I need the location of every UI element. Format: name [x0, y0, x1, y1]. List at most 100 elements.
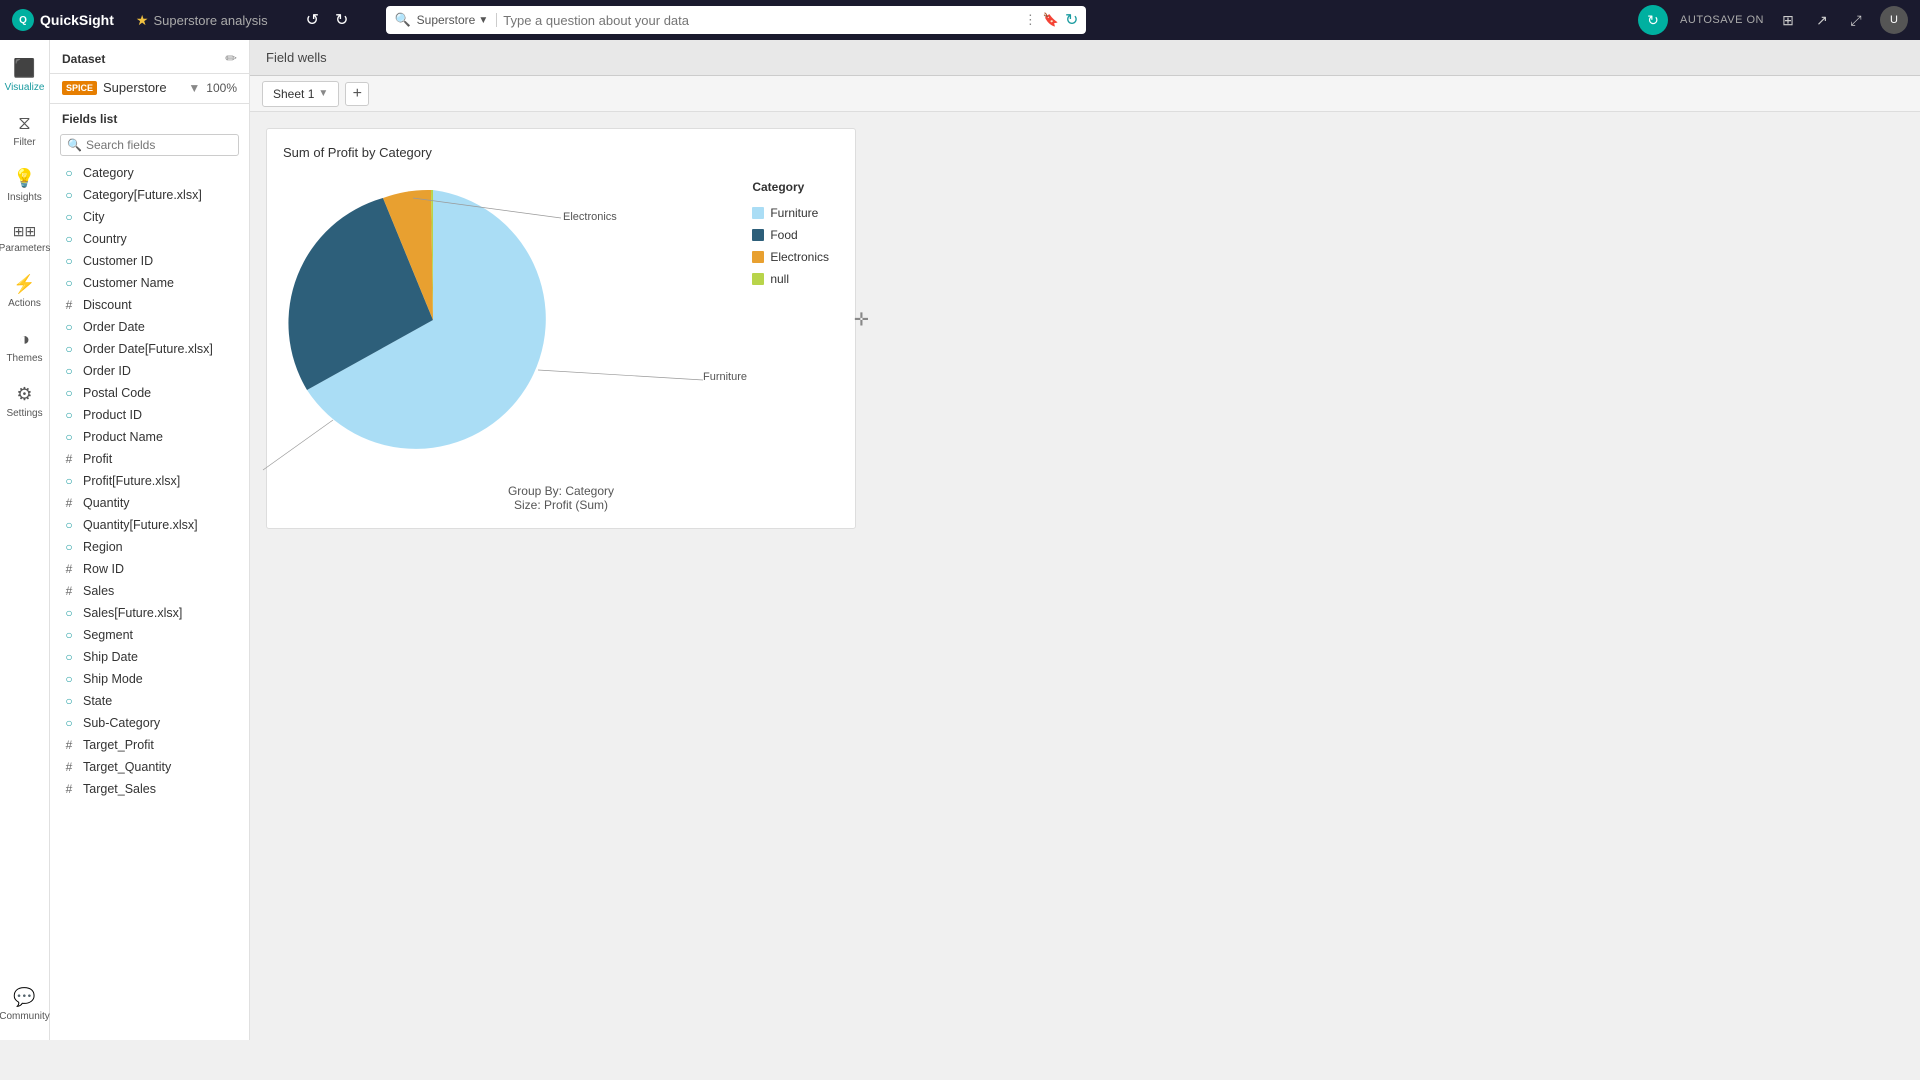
search-datasource[interactable]: Superstore ▼ [417, 13, 498, 27]
field-type-icon: ○ [62, 606, 76, 620]
undo-button[interactable]: ↺ [300, 8, 325, 32]
nav-actions[interactable]: ⚡ Actions [3, 266, 47, 317]
nav-community[interactable]: 💬 Community [3, 979, 47, 1030]
pie-label-line-furniture [538, 370, 703, 380]
chart-size: Size: Profit (Sum) [283, 498, 839, 512]
field-item[interactable]: ○Ship Mode [50, 668, 249, 690]
field-type-icon: ○ [62, 540, 76, 554]
field-item[interactable]: ○Profit[Future.xlsx] [50, 470, 249, 492]
edit-dataset-icon[interactable]: ✏ [225, 50, 237, 67]
field-name: Sales[Future.xlsx] [83, 606, 182, 620]
field-item[interactable]: ○Segment [50, 624, 249, 646]
field-item[interactable]: #Profit [50, 448, 249, 470]
field-type-icon: ○ [62, 650, 76, 664]
legend-color-electronics [752, 251, 764, 263]
field-item[interactable]: ○Ship Date [50, 646, 249, 668]
field-name: Discount [83, 298, 132, 312]
field-item[interactable]: ○Order ID [50, 360, 249, 382]
field-item[interactable]: #Target_Sales [50, 778, 249, 800]
field-item[interactable]: #Discount [50, 294, 249, 316]
search-options-icon[interactable]: ⋮ [1024, 12, 1037, 28]
chart-inner: Furniture Food Electronics Category [283, 170, 839, 470]
fullscreen-icon[interactable]: ⤢ [1844, 8, 1868, 32]
nav-themes[interactable]: ◑ Themes [3, 321, 47, 372]
field-item[interactable]: ○Customer ID [50, 250, 249, 272]
fields-list: ○Category○Category[Future.xlsx]○City○Cou… [50, 162, 249, 1040]
nav-insights-label: Insights [7, 192, 41, 203]
field-item[interactable]: ○Sub-Category [50, 712, 249, 734]
nav-filter-label: Filter [13, 137, 35, 148]
field-item[interactable]: #Sales [50, 580, 249, 602]
sheet-tab-1[interactable]: Sheet 1 ▼ [262, 81, 339, 107]
field-name: Ship Mode [83, 672, 143, 686]
fields-search-icon: 🔍 [67, 138, 82, 152]
field-item[interactable]: ○Category[Future.xlsx] [50, 184, 249, 206]
topbar: Q QuickSight ★ Superstore analysis ↺ ↻ 🔍… [0, 0, 1920, 40]
nav-settings[interactable]: ⚙ Settings [3, 376, 47, 427]
field-item[interactable]: ○Category [50, 162, 249, 184]
add-sheet-button[interactable]: + [345, 82, 369, 106]
fields-search-input[interactable] [86, 138, 232, 152]
field-wells-bar: Field wells [250, 40, 1920, 76]
field-item[interactable]: ○ Sales[Future.xlsx] [50, 602, 249, 624]
field-item[interactable]: #Target_Quantity [50, 756, 249, 778]
redo-button[interactable]: ↻ [329, 8, 354, 32]
field-item[interactable]: #Row ID [50, 558, 249, 580]
app-logo[interactable]: Q QuickSight [12, 9, 114, 31]
field-type-icon: # [62, 760, 76, 774]
topbar-action-icons: ⊞ ↗ ⤢ [1776, 8, 1868, 32]
chart-footer: Group By: Category Size: Profit (Sum) [283, 484, 839, 512]
embed-icon[interactable]: ⊞ [1776, 8, 1800, 32]
dataset-label: Dataset [62, 52, 105, 66]
legend-item-food: Food [752, 228, 829, 242]
main-layout: ⬛ Visualize ⧖ Filter 💡 Insights ⊞⊞ Param… [0, 40, 1920, 1040]
analysis-title: ★ Superstore analysis [136, 12, 268, 29]
field-type-icon: ○ [62, 364, 76, 378]
legend-color-furniture [752, 207, 764, 219]
field-name: Order Date[Future.xlsx] [83, 342, 213, 356]
chart-legend: Category Furniture Food Electronics [752, 180, 829, 286]
field-item[interactable]: ○Quantity[Future.xlsx] [50, 514, 249, 536]
field-item[interactable]: ○Customer Name [50, 272, 249, 294]
nav-insights[interactable]: 💡 Insights [3, 160, 47, 211]
field-item[interactable]: ○Region [50, 536, 249, 558]
nav-filter[interactable]: ⧖ Filter [3, 105, 47, 156]
qa-input[interactable] [503, 13, 1018, 28]
field-item[interactable]: ○Country [50, 228, 249, 250]
field-item[interactable]: ○City [50, 206, 249, 228]
fields-panel: Dataset ✏ SPICE Superstore ▼ 100% Fields… [50, 40, 250, 1040]
share-icon[interactable]: ↗ [1810, 8, 1834, 32]
field-type-icon: ○ [62, 210, 76, 224]
chart-area: Sum of Profit by Category [250, 112, 1920, 1040]
refresh-button[interactable]: ↻ [1638, 5, 1668, 35]
field-item[interactable]: ○Product ID [50, 404, 249, 426]
field-item[interactable]: ○Order Date[Future.xlsx] [50, 338, 249, 360]
search-refresh-icon[interactable]: ↻ [1065, 10, 1078, 30]
bookmark-icon[interactable]: 🔖 [1043, 12, 1059, 28]
qa-search-bar[interactable]: 🔍 Superstore ▼ ⋮ 🔖 ↻ [386, 6, 1086, 34]
field-type-icon: # [62, 452, 76, 466]
field-item[interactable]: #Quantity [50, 492, 249, 514]
autosave-label: AUTOSAVE ON [1680, 14, 1764, 26]
field-item[interactable]: #Target_Profit [50, 734, 249, 756]
dataset-selector[interactable]: SPICE Superstore ▼ 100% [50, 74, 249, 104]
field-name: Quantity[Future.xlsx] [83, 518, 198, 532]
field-type-icon: ○ [62, 254, 76, 268]
legend-label-null: null [770, 272, 789, 286]
field-item[interactable]: ○Postal Code [50, 382, 249, 404]
datasource-caret: ▼ [478, 15, 488, 26]
legend-color-null [752, 273, 764, 285]
field-type-icon: # [62, 782, 76, 796]
move-chart-icon[interactable]: ✛ [854, 310, 869, 331]
field-item[interactable]: ○Order Date [50, 316, 249, 338]
field-type-icon: ○ [62, 408, 76, 422]
fields-search-bar[interactable]: 🔍 [60, 134, 239, 156]
nav-parameters[interactable]: ⊞⊞ Parameters [3, 215, 47, 262]
field-item[interactable]: ○State [50, 690, 249, 712]
user-avatar[interactable]: U [1880, 6, 1908, 34]
nav-parameters-label: Parameters [0, 243, 50, 254]
field-name: Product Name [83, 430, 163, 444]
nav-visualize[interactable]: ⬛ Visualize [3, 50, 47, 101]
pie-svg: Furniture Food Electronics [283, 170, 583, 470]
field-item[interactable]: ○Product Name [50, 426, 249, 448]
